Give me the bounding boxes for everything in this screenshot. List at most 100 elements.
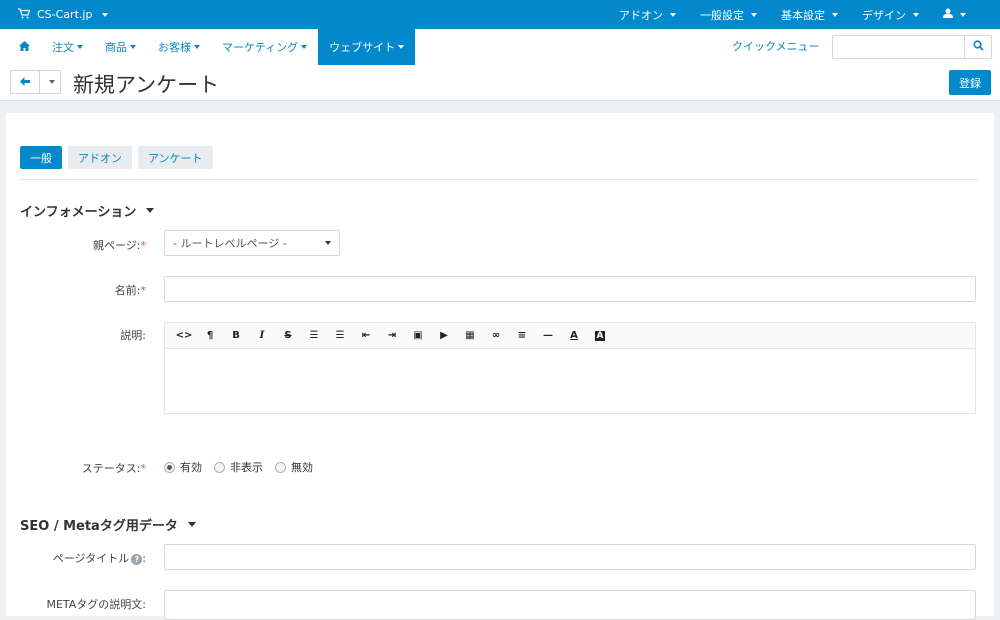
nav-marketing[interactable]: マーケティング [211,29,318,65]
nav-label: マーケティング [222,41,299,54]
content-panel: 一般 アドオン アンケート インフォメーション 親ページ:* - ルートレベルペ… [6,113,994,620]
user-icon [943,8,953,21]
link-icon[interactable]: ∞ [483,326,509,346]
nav-customers[interactable]: お客様 [147,29,211,65]
description-editor[interactable] [164,348,976,414]
parent-page-select[interactable]: - ルートレベルページ - [164,230,340,256]
indent-icon[interactable]: ⇥ [379,326,405,346]
nav-orders[interactable]: 注文 [41,29,94,65]
main-nav: 注文 商品 お客様 マーケティング ウェブサイト クイックメニュー [0,29,1000,65]
caret-down-icon [187,522,196,527]
background-color-icon[interactable]: A [587,326,613,346]
home-icon [19,40,30,54]
radio-circle [214,461,225,473]
outdent-icon[interactable]: ⇤ [353,326,379,346]
strikethrough-icon[interactable]: S [275,326,301,346]
tab-general[interactable]: 一般 [20,146,62,169]
select-value: - ルートレベルページ - [173,237,287,250]
code-icon[interactable]: <> [171,326,197,346]
status-active-radio[interactable]: 有効 [164,459,202,475]
top-menu-design[interactable]: デザイン [850,7,931,23]
align-icon[interactable]: ≡ [509,326,535,346]
parent-page-label: 親ページ:* [6,237,146,253]
name-label: 名前:* [6,282,146,298]
help-icon[interactable]: ? [131,554,143,565]
search-icon [972,40,984,54]
label-text: ページタイトル [52,552,130,565]
table-icon[interactable]: ▦ [457,326,483,346]
chevron-down-icon [48,80,55,84]
chevron-down-icon [194,45,200,49]
status-label: ステータス:* [6,460,146,476]
top-menu-label: 基本設定 [781,8,825,22]
editor-toolbar: <> ¶ B I S ☰ ☰ ⇤ ⇥ ▣ ▶ ▦ ∞ ≡ — A A [164,322,976,348]
required-mark: * [140,284,147,297]
image-icon[interactable]: ▣ [405,326,431,346]
divider [20,179,978,180]
top-menu-label: 一般設定 [700,8,744,22]
chevron-down-icon [398,45,405,49]
back-dropdown-toggle[interactable] [40,71,60,93]
section-info-toggle[interactable]: インフォメーション [20,201,155,220]
nav-products[interactable]: 商品 [94,29,147,65]
status-hidden-radio[interactable]: 非表示 [214,459,263,475]
font-color-icon[interactable]: A [561,326,587,346]
tab-addons[interactable]: アドオン [68,146,132,169]
chevron-down-icon [102,12,109,17]
bold-icon[interactable]: B [223,326,249,346]
page-header: 新規アンケート 登録 [0,65,1000,101]
radio-label: 有効 [180,461,202,474]
tab-survey[interactable]: アンケート [138,146,213,169]
top-menu-label: アドオン [619,8,663,22]
save-button[interactable]: 登録 [949,70,991,95]
italic-icon[interactable]: I [249,326,275,346]
nav-label: 注文 [52,41,74,54]
video-icon[interactable]: ▶ [431,326,457,346]
unordered-list-icon[interactable]: ☰ [301,326,327,346]
status-radio-group: 有効 非表示 無効 [164,459,313,475]
chevron-down-icon [670,12,676,17]
brand-menu[interactable]: CS-Cart.jp [18,0,109,29]
nav-website[interactable]: ウェブサイト [318,29,416,65]
top-menu-addons[interactable]: アドオン [607,7,688,23]
label-text: 名前: [114,284,141,297]
description-label: 説明: [120,329,146,342]
user-menu[interactable] [931,8,978,21]
paragraph-icon[interactable]: ¶ [197,326,223,346]
chevron-down-icon [913,12,919,17]
status-disabled-radio[interactable]: 無効 [275,459,313,475]
required-mark: * [140,239,147,252]
top-menu-settings[interactable]: 基本設定 [769,7,850,23]
section-seo-toggle[interactable]: SEO / Metaタグ用データ [20,515,196,534]
required-mark: * [140,462,147,475]
quick-menu-link[interactable]: クイックメニュー [732,29,820,65]
radio-circle [164,461,175,473]
ordered-list-icon[interactable]: ☰ [327,326,353,346]
top-menu-label: デザイン [862,8,906,22]
search-button[interactable] [964,36,991,58]
chevron-down-icon [960,12,966,17]
top-menu-general[interactable]: 一般設定 [688,7,769,23]
radio-circle [275,461,286,473]
label-text: 親ページ: [93,239,141,252]
name-input[interactable] [164,276,976,302]
top-bar: CS-Cart.jp アドオン 一般設定 基本設定 デザイン [0,0,1000,29]
page-title-label: ページタイトル?: [52,552,146,565]
search-box[interactable] [832,35,992,59]
page-title: 新規アンケート [73,73,220,97]
nav-label: 商品 [105,41,127,54]
page-title-input[interactable] [164,544,976,570]
back-button[interactable] [11,71,40,93]
nav-label: お客様 [158,41,191,54]
nav-label: ウェブサイト [329,41,396,54]
section-title: インフォメーション [20,205,137,220]
horizontal-rule-icon[interactable]: — [535,326,561,346]
caret-down-icon [146,208,155,213]
nav-home[interactable] [8,29,41,65]
arrow-left-icon [20,76,30,89]
radio-label: 非表示 [230,461,263,474]
chevron-down-icon [130,45,136,49]
section-title: SEO / Metaタグ用データ [20,519,178,534]
cart-icon [18,7,31,22]
back-button-group [10,70,61,94]
